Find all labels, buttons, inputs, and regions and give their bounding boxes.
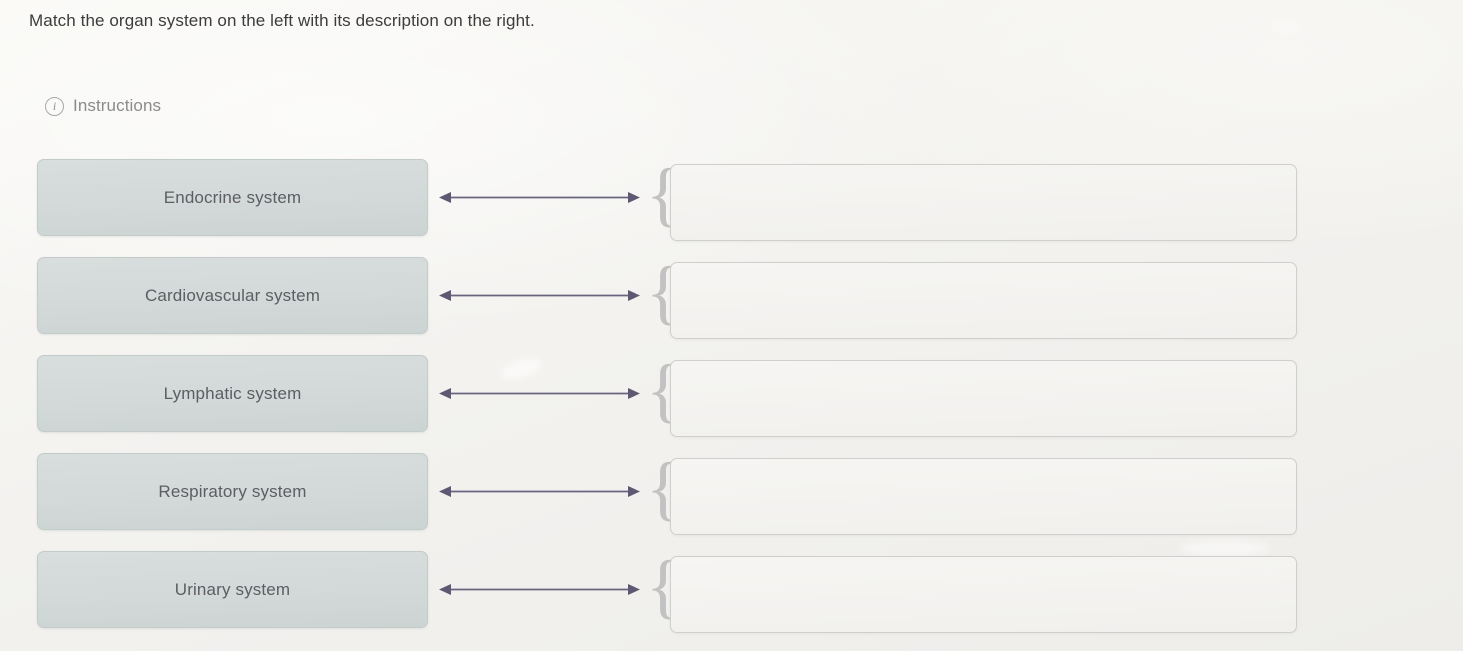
term-box[interactable]: Urinary system	[37, 551, 428, 628]
term-box[interactable]: Cardiovascular system	[37, 257, 428, 334]
instructions-label: Instructions	[73, 96, 162, 115]
match-row: Urinary system {	[0, 548, 1463, 633]
double-headed-arrow-icon	[437, 257, 642, 334]
match-rows-container: Endocrine system { Cardiovascular system	[0, 156, 1463, 649]
match-row: Respiratory system {	[0, 450, 1463, 535]
double-headed-arrow-icon	[437, 551, 642, 628]
match-row: Cardiovascular system {	[0, 254, 1463, 339]
term-label: Respiratory system	[158, 481, 307, 501]
term-label: Urinary system	[174, 579, 291, 599]
description-drop-zone[interactable]	[670, 360, 1297, 437]
matching-exercise: Match the organ system on the left with …	[0, 0, 1463, 651]
question-prompt: Match the organ system on the left with …	[29, 11, 535, 30]
term-label: Endocrine system	[163, 187, 302, 207]
double-headed-arrow-icon	[437, 453, 642, 530]
match-row: Endocrine system {	[0, 156, 1463, 241]
double-headed-arrow-icon	[437, 355, 642, 432]
description-drop-zone[interactable]	[670, 262, 1297, 339]
term-box[interactable]: Lymphatic system	[37, 355, 428, 432]
double-headed-arrow-icon	[437, 159, 642, 236]
term-label: Cardiovascular system	[144, 285, 321, 305]
description-drop-zone[interactable]	[670, 164, 1297, 241]
term-label: Lymphatic system	[163, 383, 302, 403]
match-row: Lymphatic system {	[0, 352, 1463, 437]
description-drop-zone[interactable]	[670, 458, 1297, 535]
instructions-row[interactable]: i Instructions	[45, 96, 161, 116]
info-circle-icon: i	[45, 96, 64, 116]
description-drop-zone[interactable]	[670, 556, 1297, 633]
term-box[interactable]: Endocrine system	[37, 159, 428, 236]
term-box[interactable]: Respiratory system	[37, 453, 428, 530]
